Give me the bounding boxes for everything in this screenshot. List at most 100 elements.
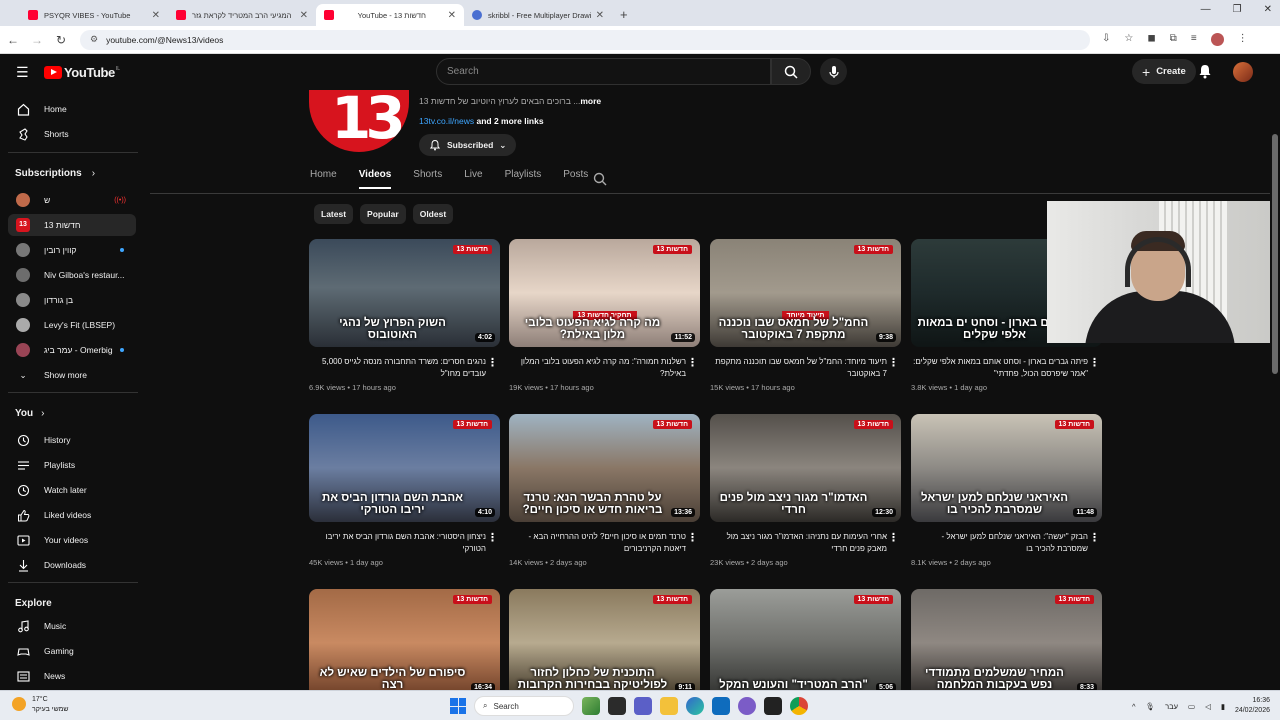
video-card[interactable]: חדשות 13 "הרב המטריד" והעונש המקל 5:06: [710, 589, 901, 697]
tab-live[interactable]: Live: [464, 169, 482, 189]
taskbar-search[interactable]: ⌕ Search: [474, 696, 574, 716]
profile-avatar-icon[interactable]: [1210, 33, 1224, 46]
video-title[interactable]: ניצחון היסטורי: אהבת השם גורדון הביס את …: [309, 531, 500, 555]
sidebar-item-music[interactable]: Music: [8, 615, 136, 637]
video-thumbnail[interactable]: חדשות 13 סיפורם של הילדים שאיש לא רצה 16:3…: [309, 589, 500, 697]
subscription-item[interactable]: Levy's Fit (LBSEP): [8, 314, 136, 336]
more-actions-icon[interactable]: ⋮: [888, 531, 899, 544]
video-title[interactable]: נהגים חסרים: משרד התחבורה מנסה לגייס 5,0…: [309, 356, 500, 380]
browser-tab[interactable]: PSYQR VIBES - YouTube ✕: [20, 4, 168, 26]
media-control-icon[interactable]: ≡: [1191, 33, 1197, 46]
tray-chevron-icon[interactable]: ^: [1132, 702, 1136, 711]
tab-playlists[interactable]: Playlists: [505, 169, 542, 189]
more-actions-icon[interactable]: ⋮: [1089, 356, 1100, 369]
scrollbar-thumb[interactable]: [1272, 134, 1278, 374]
video-card[interactable]: חדשות 13 השוק הפרוץ של נהגי האוטובוס 4:02 נ…: [309, 239, 500, 392]
voice-search-button[interactable]: [820, 58, 847, 85]
video-title[interactable]: אחרי העימות עם נתניהו: האדמו"ר מגור ניצב…: [710, 531, 901, 555]
widget-app-icon[interactable]: [582, 697, 600, 715]
page-scrollbar[interactable]: [1270, 90, 1280, 690]
subscription-item[interactable]: Niv Gilboa's restaur...: [8, 264, 136, 286]
sidebar-item-liked-videos[interactable]: Liked videos: [8, 504, 136, 526]
windows-start-icon[interactable]: [450, 698, 466, 714]
close-tab-icon[interactable]: ✕: [300, 10, 308, 21]
language-indicator[interactable]: עבר: [1165, 702, 1178, 711]
close-tab-icon[interactable]: ✕: [596, 10, 604, 21]
subscription-item[interactable]: קווין רובין: [8, 239, 136, 261]
edge-icon[interactable]: [686, 697, 704, 715]
show-more-button[interactable]: ⌄ Show more: [8, 364, 136, 386]
search-input[interactable]: [447, 66, 770, 77]
hamburger-menu-icon[interactable]: ☰: [16, 64, 29, 81]
more-actions-icon[interactable]: ⋮: [1089, 531, 1100, 544]
browser-tab[interactable]: skribbl - Free Multiplayer Drawi ✕: [464, 4, 612, 26]
close-window-icon[interactable]: ✕: [1264, 4, 1272, 15]
video-card[interactable]: חדשות 13 תיעוד מיוחד החמ"ל של חמאס שבו נוכ…: [710, 239, 901, 392]
subscription-item[interactable]: עמר ביג - Omerbig: [8, 339, 136, 361]
more-actions-icon[interactable]: ⋮: [687, 356, 698, 369]
subscription-item[interactable]: בן גורדון: [8, 289, 136, 311]
subscription-item-active[interactable]: 13 חדשות 13: [8, 214, 136, 236]
channel-website-link[interactable]: 13tv.co.il/news: [419, 116, 474, 126]
bookmark-star-icon[interactable]: ☆: [1124, 33, 1133, 46]
close-tab-icon[interactable]: ✕: [152, 10, 160, 21]
mic-tray-icon[interactable]: 🎙: [1146, 702, 1156, 711]
sidebar-item-news[interactable]: News: [8, 665, 136, 687]
reload-icon[interactable]: ↻: [50, 33, 72, 47]
sidebar-item-history[interactable]: History: [8, 429, 136, 451]
youtube-logo[interactable]: YouTube IL: [44, 65, 120, 80]
forward-icon[interactable]: →: [26, 33, 48, 47]
more-links-link[interactable]: and 2 more links: [477, 116, 544, 126]
sidebar-item-your-videos[interactable]: Your videos: [8, 529, 136, 551]
more-actions-icon[interactable]: ⋮: [687, 531, 698, 544]
video-title[interactable]: טרנד תמים או סיכון חיים? להיט ההרחייה הב…: [509, 531, 700, 555]
sidebar-item-watch-later[interactable]: Watch later: [8, 479, 136, 501]
app-icon[interactable]: [764, 697, 782, 715]
clock[interactable]: 16:36 24/02/2026: [1235, 696, 1270, 716]
video-card[interactable]: חדשות 13 האדמו"ר מגור ניצב מול פנים חרדי 1…: [710, 414, 901, 567]
subscription-item[interactable]: ש ((•)): [8, 189, 136, 211]
subscriptions-header[interactable]: Subscriptions ›: [15, 168, 95, 179]
more-actions-icon[interactable]: ⋮: [487, 356, 498, 369]
account-avatar[interactable]: [1233, 62, 1253, 82]
video-thumbnail[interactable]: חדשות 13 המחיר שמשלמים מתמודדי נפש בעקבות…: [911, 589, 1102, 697]
chrome-icon[interactable]: [790, 697, 808, 715]
video-thumbnail[interactable]: חדשות 13 השוק הפרוץ של נהגי האוטובוס 4:02: [309, 239, 500, 347]
back-icon[interactable]: ←: [2, 33, 24, 47]
extension-icon[interactable]: ◼: [1147, 33, 1155, 46]
tab-home[interactable]: Home: [310, 169, 337, 189]
video-thumbnail[interactable]: חדשות 13 האדמו"ר מגור ניצב מול פנים חרדי 1…: [710, 414, 901, 522]
sidebar-item-home[interactable]: Home: [8, 98, 136, 120]
video-thumbnail[interactable]: חדשות 13 אהבת השם גורדון הביס את יריבו הט…: [309, 414, 500, 522]
close-tab-icon[interactable]: ✕: [448, 10, 456, 21]
video-card[interactable]: חדשות 13 על טהרת הבשר הנא: טרנד בריאות חד…: [509, 414, 700, 567]
subscribed-button[interactable]: Subscribed ⌄: [419, 134, 517, 156]
install-app-icon[interactable]: ⇩: [1102, 33, 1110, 46]
video-thumbnail[interactable]: חדשות 13 התוכנית של כחלון לחזור לפוליטיקה…: [509, 589, 700, 697]
browser-tab-active[interactable]: YouTube - חדשות 13 ✕: [316, 4, 464, 26]
tab-shorts[interactable]: Shorts: [413, 169, 442, 189]
video-title[interactable]: פיתה גברים בארון - וסחט אותם במאות אלפי …: [911, 356, 1102, 380]
battery-icon[interactable]: ▮: [1221, 702, 1225, 711]
task-view-icon[interactable]: [608, 697, 626, 715]
new-tab-icon[interactable]: +: [620, 7, 628, 22]
volume-icon[interactable]: ◁: [1205, 702, 1211, 711]
video-card[interactable]: חדשות 13 המחיר שמשלמים מתמודדי נפש בעקבות…: [911, 589, 1102, 697]
more-actions-icon[interactable]: ⋮: [888, 356, 899, 369]
video-thumbnail[interactable]: חדשות 13 תיעוד מיוחד החמ"ל של חמאס שבו נוכ…: [710, 239, 901, 347]
url-field[interactable]: ⚙ youtube.com/@News13/videos: [80, 29, 1090, 50]
create-button[interactable]: + Create: [1132, 59, 1196, 84]
store-icon[interactable]: [712, 697, 730, 715]
tab-posts[interactable]: Posts: [563, 169, 588, 189]
sidebar-item-shorts[interactable]: Shorts: [8, 123, 136, 145]
discord-icon[interactable]: [738, 697, 756, 715]
video-thumbnail[interactable]: חדשות 13 האיראני שנלחם למען ישראל שמסרבת …: [911, 414, 1102, 522]
minimize-icon[interactable]: —: [1201, 4, 1211, 15]
chip-latest[interactable]: Latest: [314, 204, 354, 224]
video-card[interactable]: חדשות 13 התוכנית של כחלון לחזור לפוליטיקה…: [509, 589, 700, 697]
chip-oldest[interactable]: Oldest: [412, 204, 454, 224]
site-info-icon[interactable]: ⚙: [90, 34, 98, 45]
more-actions-icon[interactable]: ⋮: [487, 531, 498, 544]
tab-videos[interactable]: Videos: [358, 169, 392, 189]
browser-menu-icon[interactable]: ⋮: [1238, 33, 1248, 46]
